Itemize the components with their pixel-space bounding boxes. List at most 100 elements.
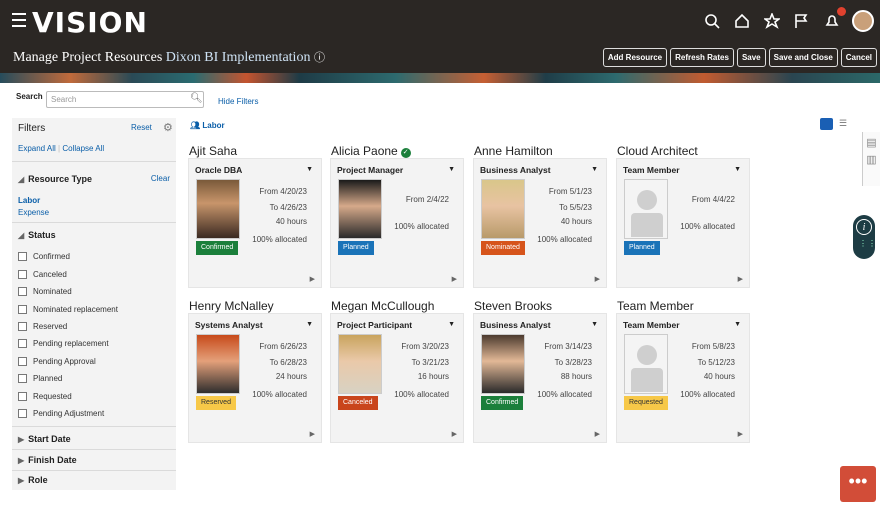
chevron-down-icon[interactable]: ▼ [734,166,741,173]
menu-icon[interactable] [12,13,26,27]
resource-card[interactable]: Business Analyst ▼ From 5/1/23 To 5/5/23 … [473,158,607,288]
status-checkbox[interactable]: Nominated replacement [18,305,118,314]
app-logo[interactable]: VISION [32,6,148,39]
chevron-right-icon[interactable]: ▶ [452,275,457,283]
search-icon[interactable]: 🔍︎ [190,93,203,104]
labor-breadcrumb[interactable]: 👥︎ Labor [190,121,225,130]
hours: 24 hours [275,372,307,381]
list-view-icon[interactable]: ☰ [839,118,847,130]
chevron-down-icon[interactable]: ▼ [306,166,313,173]
status-checkbox[interactable]: Reserved [18,322,67,331]
hours: 88 hours [560,372,592,381]
home-icon[interactable] [732,11,752,31]
resource-card[interactable]: Project Participant ▼ From 3/20/23 To 3/2… [330,313,464,443]
save-button[interactable]: Save [736,48,766,67]
start-date: From 3/14/23 [544,342,592,351]
filter-labor[interactable]: Labor [18,196,40,205]
start-date-section-header[interactable]: ▶ Start Date [12,434,176,444]
allocation: 100% allocated [680,222,735,231]
expand-triangle-icon: ▶ [18,435,25,444]
resource-name[interactable]: Megan McCullough [331,299,434,313]
status-badge: Nominated [481,241,525,255]
chevron-right-icon[interactable]: ▶ [595,275,600,283]
status-checkbox[interactable]: Nominated [18,287,72,296]
start-date: From 5/8/23 [691,342,735,351]
resource-card[interactable]: Project Manager ▼ From 2/4/22 100% alloca… [330,158,464,288]
chevron-right-icon[interactable]: ▶ [738,430,743,438]
end-date: To 6/28/23 [269,358,307,367]
add-resource-button[interactable]: Add Resource [602,48,668,67]
resource-card[interactable]: Systems Analyst ▼ From 6/26/23 To 6/28/23… [188,313,322,443]
chevron-right-icon[interactable]: ▶ [310,275,315,283]
notifications-icon[interactable] [822,7,846,31]
chevron-down-icon[interactable]: ▼ [448,166,455,173]
resource-name[interactable]: Ajit Saha [189,144,237,158]
resource-role: Team Member [623,320,680,330]
grid-view-icon[interactable] [820,118,833,130]
expand-all-link[interactable]: Expand All [18,144,56,153]
resource-name[interactable]: Team Member [617,299,694,313]
status-section-header[interactable]: ◢ Status [12,230,176,240]
chevron-right-icon[interactable]: ▶ [452,430,457,438]
status-checkbox[interactable]: Pending replacement [18,339,109,348]
end-date: To 5/5/23 [559,203,592,212]
status-checkbox[interactable]: Requested [18,392,72,401]
resource-name[interactable]: Cloud Architect [617,144,698,158]
resource-card[interactable]: Team Member ▼ From 5/8/23 To 5/12/23 40 h… [616,313,750,443]
start-date: From 4/20/23 [259,187,307,196]
page-title: Manage Project Resources Dixon BI Implem… [13,49,325,66]
search-input[interactable]: Search [46,91,204,108]
hide-filters-link[interactable]: Hide Filters [218,97,258,106]
user-avatar[interactable] [852,10,874,32]
resource-name[interactable]: Steven Brooks [474,299,552,313]
resource-card[interactable]: Business Analyst ▼ From 3/14/23 To 3/28/2… [473,313,607,443]
avatar-placeholder-icon [624,179,668,239]
cancel-button[interactable]: Cancel [840,48,877,67]
end-date: To 3/28/23 [554,358,592,367]
avatar [338,179,382,239]
refresh-rates-button[interactable]: Refresh Rates [670,48,734,67]
chart-icon[interactable]: ▥ [863,153,880,166]
resource-type-section-header[interactable]: ◢ Resource Type Clear [12,174,176,184]
status-checkbox[interactable]: Canceled [18,270,67,279]
clear-link[interactable]: Clear [151,174,170,183]
status-checkbox[interactable]: Confirmed [18,252,70,261]
info-icon[interactable]: ⓘ [314,52,325,64]
chat-button[interactable]: ••• [840,466,876,502]
flag-icon[interactable] [792,11,812,31]
chevron-down-icon[interactable]: ▼ [306,321,313,328]
resource-name[interactable]: Anne Hamilton [474,144,553,158]
chevron-down-icon[interactable]: ▼ [591,321,598,328]
allocation: 100% allocated [680,390,735,399]
divider [12,161,176,162]
status-checkbox[interactable]: Pending Adjustment [18,409,104,418]
save-and-close-button[interactable]: Save and Close [768,48,838,67]
finish-date-section-header[interactable]: ▶ Finish Date [12,455,176,465]
start-date: From 4/4/22 [691,195,735,204]
gear-icon[interactable]: ⚙ [163,121,173,134]
resource-name[interactable]: Alicia Paone ✓ [331,144,411,158]
help-widget[interactable]: i ⋮⋮ [853,215,876,259]
resource-name[interactable]: Henry McNalley [189,299,274,313]
chevron-down-icon[interactable]: ▼ [734,321,741,328]
document-icon[interactable]: ▤ [863,136,880,149]
star-icon[interactable] [762,11,782,31]
collapse-all-link[interactable]: Collapse All [62,144,104,153]
chevron-down-icon[interactable]: ▼ [448,321,455,328]
status-checkbox[interactable]: Planned [18,374,62,383]
avatar [481,334,525,394]
start-date: From 3/20/23 [401,342,449,351]
chevron-right-icon[interactable]: ▶ [595,430,600,438]
chevron-right-icon[interactable]: ▶ [310,430,315,438]
chevron-right-icon[interactable]: ▶ [738,275,743,283]
status-checkbox[interactable]: Pending Approval [18,357,96,366]
resource-card[interactable]: Team Member ▼ From 4/4/22 100% allocated … [616,158,750,288]
chevron-down-icon[interactable]: ▼ [591,166,598,173]
reset-link[interactable]: Reset [131,123,152,132]
role-section-header[interactable]: ▶ Role [12,475,176,485]
filter-expense[interactable]: Expense [18,208,49,217]
resource-card[interactable]: Oracle DBA ▼ From 4/20/23 To 4/26/23 40 h… [188,158,322,288]
status-badge: Confirmed [481,396,524,410]
search-icon[interactable] [702,11,722,31]
resource-role: Business Analyst [480,320,551,330]
